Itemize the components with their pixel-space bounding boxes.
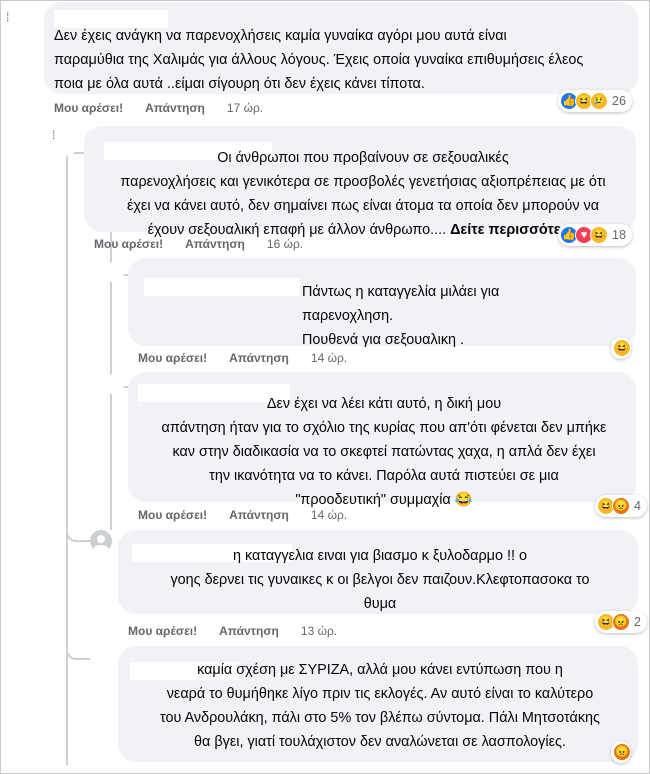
haha-icon: 😆: [590, 226, 608, 244]
reaction-count: 26: [612, 94, 626, 108]
comment-actions: Μου αρέσει! Απάντηση 16 ώρ.: [94, 237, 325, 251]
reply-button[interactable]: Απάντηση: [219, 624, 279, 638]
comment-actions: Μου αρέσει! Απάντηση 14 ώρ.: [138, 351, 369, 365]
avatar[interactable]: [90, 648, 112, 670]
avatar[interactable]: [104, 262, 124, 282]
comment-bubble: Οι άνθρωποι που προβαίνουν σε σεξουαλικέ…: [84, 126, 636, 238]
comment-actions: Μου αρέσει! Απάντηση 14 ώρ.: [138, 508, 369, 522]
comment-text: Δεν έχει να λέει κάτι αυτό, η δική μου α…: [161, 396, 607, 508]
reaction-summary[interactable]: 😆 😠 4: [595, 495, 647, 517]
reaction-summary[interactable]: 👍 ♥ 😆 18: [558, 224, 632, 246]
sad-icon: 😢: [590, 92, 608, 110]
comment-text: Πάντως η καταγγελία μιλάει για παρενοχλη…: [302, 284, 500, 348]
angry-icon: 😠: [612, 497, 630, 515]
redacted-author-name: [144, 278, 300, 296]
reaction-summary[interactable]: 😠: [611, 741, 631, 763]
comment-text: η καταγγελια ειναι για βιασμο κ ξυλοδαρμ…: [170, 548, 590, 612]
reaction-count: 2: [634, 615, 641, 629]
comment-text: καμία σχέση με ΣΥΡΙΖΑ, αλλά μου κάνει εν…: [159, 662, 600, 750]
thread-line: [66, 142, 68, 765]
timestamp[interactable]: 13 ώρ.: [301, 624, 337, 638]
reply-button[interactable]: Απάντηση: [229, 508, 289, 522]
reply-button[interactable]: Απάντηση: [145, 101, 205, 115]
like-button[interactable]: Μου αρέσει!: [128, 624, 197, 638]
timestamp[interactable]: 16 ώρ.: [267, 237, 303, 251]
reaction-summary[interactable]: 👍 😆 😢 26: [558, 90, 632, 112]
comment-bubble: Πάντως η καταγγελία μιλάει για παρενοχλη…: [128, 258, 636, 348]
avatar[interactable]: [104, 374, 124, 394]
reaction-summary[interactable]: 😆: [611, 337, 631, 359]
like-button[interactable]: Μου αρέσει!: [94, 237, 163, 251]
avatar[interactable]: [90, 530, 112, 553]
angry-icon: 😠: [612, 613, 630, 631]
comment-actions: Μου αρέσει! Απάντηση 17 ώρ.: [54, 101, 285, 115]
comment-thread: ⁞ ⁞ Δεν έχεις ανάγκη να παρενοχλήσεις κα…: [0, 0, 650, 774]
like-button[interactable]: Μου αρέσει!: [54, 101, 123, 115]
comment-bubble: η καταγγελια ειναι για βιασμο κ ξυλοδαρμ…: [118, 530, 638, 614]
angry-icon: 😠: [613, 743, 631, 761]
timestamp[interactable]: 17 ώρ.: [227, 101, 263, 115]
comment-bubble: καμία σχέση με ΣΥΡΙΖΑ, αλλά μου κάνει εν…: [118, 646, 638, 762]
like-button[interactable]: Μου αρέσει!: [138, 508, 207, 522]
timestamp[interactable]: 14 ώρ.: [311, 351, 347, 365]
like-button[interactable]: Μου αρέσει!: [138, 351, 207, 365]
reply-button[interactable]: Απάντηση: [229, 351, 289, 365]
comment-actions: Μου αρέσει! Απάντηση 13 ώρ.: [128, 624, 359, 638]
haha-icon: 😆: [613, 339, 631, 357]
reaction-summary[interactable]: 😆 😠 2: [595, 611, 647, 633]
timestamp[interactable]: 14 ώρ.: [311, 508, 347, 522]
thread-connector: [66, 530, 90, 542]
comment-bubble: Δεν έχεις ανάγκη να παρενοχλήσεις καμία …: [44, 2, 638, 94]
comment-bubble: Δεν έχει να λέει κάτι αυτό, η δική μου α…: [128, 372, 636, 508]
reaction-count: 4: [634, 499, 641, 513]
menu-dots-icon[interactable]: ⁞: [6, 10, 9, 24]
comment-text: Οι άνθρωποι που προβαίνουν σε σεξουαλικέ…: [90, 146, 636, 242]
menu-dots-icon[interactable]: ⁞: [52, 128, 55, 142]
reply-button[interactable]: Απάντηση: [185, 237, 245, 251]
reaction-count: 18: [612, 228, 626, 242]
thread-connector: [66, 648, 90, 660]
comment-text: Δεν έχεις ανάγκη να παρενοχλήσεις καμία …: [54, 28, 584, 92]
